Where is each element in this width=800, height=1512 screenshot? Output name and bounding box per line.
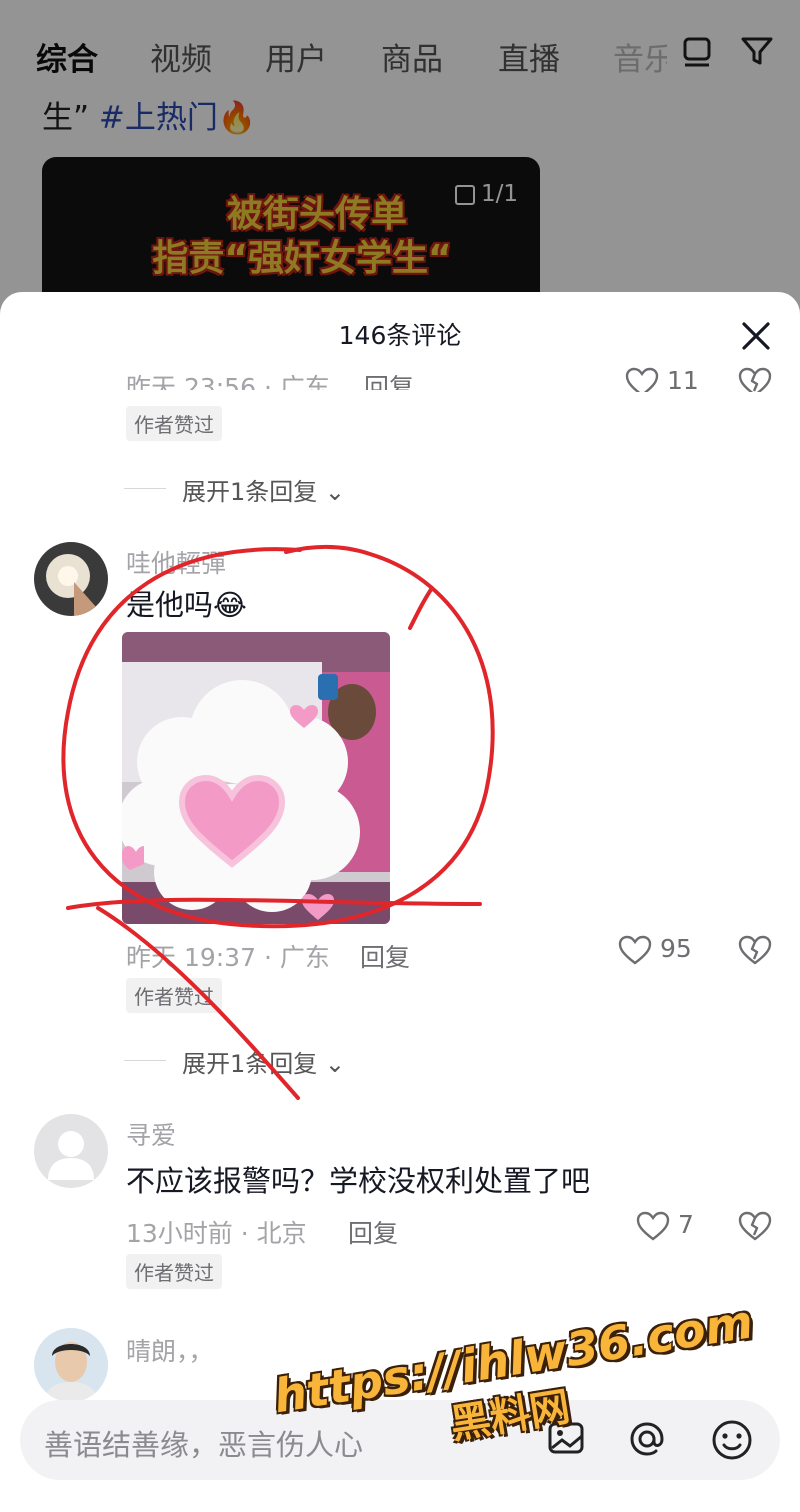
dislike-button[interactable] bbox=[738, 366, 772, 392]
comments-count-title: 146条评论 bbox=[338, 321, 462, 350]
default-avatar-icon bbox=[48, 1131, 94, 1180]
like-button[interactable]: 7 bbox=[636, 1210, 694, 1241]
comment-photo bbox=[122, 632, 390, 924]
author-liked-badge: 作者赞过 bbox=[126, 978, 222, 1013]
modal-dim-overlay[interactable] bbox=[0, 0, 800, 330]
like-count: 95 bbox=[659, 934, 692, 963]
like-count: 7 bbox=[677, 1210, 694, 1239]
like-count: 11 bbox=[666, 366, 699, 392]
comment-text: 不应该报警吗？学校没权利处置了吧 bbox=[126, 1164, 591, 1198]
chevron-down-icon: ⌄ bbox=[324, 1050, 346, 1078]
comment-image[interactable] bbox=[122, 632, 390, 924]
red-circle-annotation bbox=[61, 545, 495, 1100]
like-button[interactable]: 95 bbox=[618, 934, 692, 965]
heart-icon bbox=[636, 1211, 670, 1241]
emoji-icon[interactable] bbox=[710, 1418, 754, 1462]
expand-replies-button[interactable]: 展开1条回复 ⌄ bbox=[182, 472, 345, 507]
avatar[interactable] bbox=[34, 1114, 108, 1188]
heart-icon bbox=[625, 367, 659, 392]
expand-replies-button[interactable]: 展开1条回复 ⌄ bbox=[182, 1044, 345, 1079]
author-liked-badge: 作者赞过 bbox=[126, 406, 222, 441]
author-liked-badge: 作者赞过 bbox=[126, 1254, 222, 1289]
comment-text: 是他吗😂 bbox=[126, 588, 247, 622]
search-results-page: 综合 视频 用户 商品 直播 音乐 生” #上热门🔥 被街头传单 指责“强奸女学… bbox=[0, 0, 800, 330]
reply-button[interactable]: 回复 bbox=[364, 368, 414, 390]
comment-username[interactable]: 晴朗，， bbox=[126, 1332, 214, 1368]
comment-time-location: 昨天 23:56 · 广东 bbox=[126, 373, 330, 390]
dislike-button[interactable] bbox=[738, 1210, 772, 1241]
reply-button[interactable]: 回复 bbox=[360, 938, 410, 974]
comment-username[interactable]: 哇他輕彈 bbox=[126, 544, 226, 580]
comment-time-location: 昨天 19:37 · 广东 bbox=[126, 943, 330, 972]
expand-replies-label: 展开1条回复 bbox=[182, 1050, 318, 1078]
like-button[interactable]: 11 bbox=[625, 366, 699, 392]
close-icon[interactable] bbox=[738, 318, 774, 354]
comment-time-location: 13小时前 · 北京 bbox=[126, 1219, 307, 1248]
expand-divider bbox=[124, 488, 166, 489]
broken-heart-icon bbox=[738, 935, 772, 965]
broken-heart-icon bbox=[738, 1211, 772, 1241]
heart-icon bbox=[618, 935, 652, 965]
at-mention-icon[interactable] bbox=[626, 1418, 668, 1460]
avatar-image bbox=[34, 542, 108, 616]
expand-replies-label: 展开1条回复 bbox=[182, 478, 318, 506]
dislike-button[interactable] bbox=[738, 934, 772, 965]
comment-username[interactable]: 寻爱 bbox=[126, 1116, 176, 1152]
avatar[interactable] bbox=[34, 1328, 108, 1402]
avatar[interactable] bbox=[34, 542, 108, 616]
expand-divider bbox=[124, 1060, 166, 1061]
avatar-image bbox=[34, 1328, 108, 1402]
broken-heart-icon bbox=[738, 367, 772, 392]
chevron-down-icon: ⌄ bbox=[324, 478, 346, 506]
reply-button[interactable]: 回复 bbox=[348, 1214, 398, 1250]
